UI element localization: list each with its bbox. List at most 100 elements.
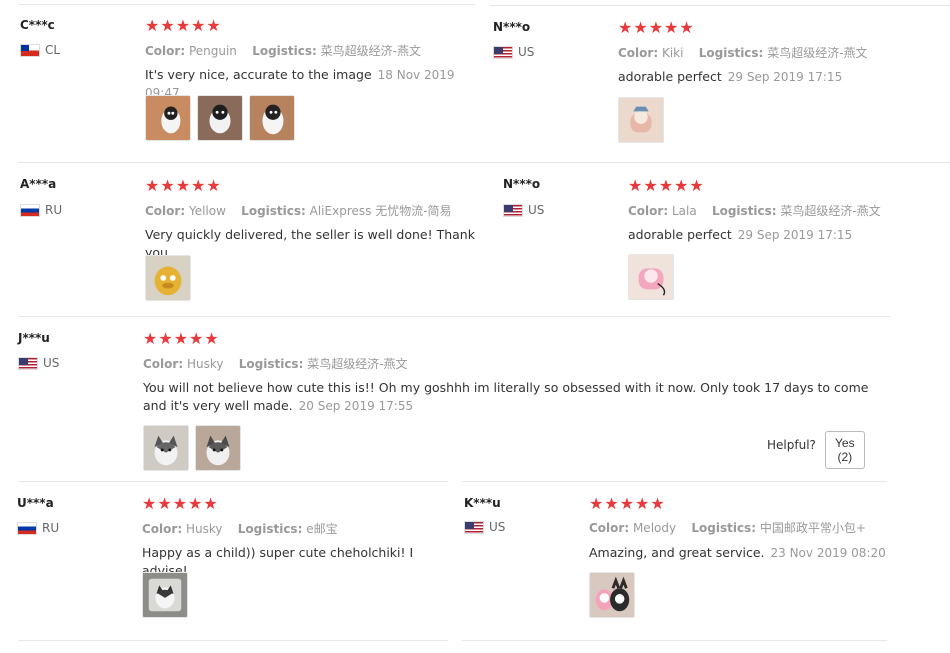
country-code: CL — [45, 43, 61, 57]
color-label: Color: — [143, 357, 184, 371]
review-body: It's very nice, accurate to the image — [145, 67, 372, 82]
review-photo[interactable] — [249, 95, 295, 141]
review-text: You will not believe how cute this is!! … — [143, 379, 873, 415]
chile-flag-icon — [20, 43, 40, 57]
review-body: Very quickly delivered, the seller is we… — [145, 227, 475, 260]
review-photo[interactable] — [143, 425, 189, 471]
divider — [18, 481, 448, 482]
us-flag-icon — [503, 203, 523, 217]
color-value: Husky — [185, 522, 223, 536]
logistics-label: Logistics: — [252, 44, 317, 58]
logistics-label: Logistics: — [241, 204, 306, 218]
review-photos — [628, 254, 674, 300]
review-photos — [145, 95, 295, 141]
star-rating: ★★★★★ — [143, 329, 220, 348]
country-code: US — [489, 520, 506, 534]
review-photos — [143, 425, 241, 471]
review-photo[interactable] — [142, 572, 188, 618]
divider — [18, 640, 448, 641]
logistics-label: Logistics: — [711, 204, 777, 218]
russia-flag-icon — [20, 203, 40, 217]
review-body: You will not believe how cute this is!! … — [143, 380, 869, 413]
review-body: Amazing, and great service. — [589, 545, 765, 560]
color-label: Color: — [628, 204, 669, 218]
review-photos — [142, 572, 188, 618]
review-text: adorable perfect 29 Sep 2019 17:15 — [618, 68, 938, 86]
color-label: Color: — [142, 522, 183, 536]
logistics-label: Logistics: — [691, 521, 756, 535]
logistics-value: AliExpress 无忧物流-简易 — [309, 204, 452, 218]
star-rating: ★★★★★ — [142, 494, 219, 513]
review-text: adorable perfect 29 Sep 2019 17:15 — [628, 226, 928, 244]
reviewer-name: N***o — [503, 177, 541, 191]
helpful-yes-button[interactable]: Yes (2) — [825, 431, 865, 469]
reviewer-name: A***a — [20, 177, 57, 191]
color-value: Husky — [186, 357, 224, 371]
divider — [18, 316, 890, 317]
review-photo[interactable] — [145, 255, 191, 301]
logistics-label: Logistics: — [698, 46, 764, 60]
review-photos — [145, 255, 191, 301]
country-code: US — [528, 203, 545, 217]
review-photo[interactable] — [145, 95, 191, 141]
logistics-label: Logistics: — [237, 522, 303, 536]
review-text: Amazing, and great service. 23 Nov 2019 0… — [589, 544, 889, 562]
country-code: RU — [45, 203, 63, 217]
logistics-value: e邮宝 — [306, 522, 338, 536]
review-attributes: Color: Lala Logistics: 菜鸟超级经济-燕文 — [628, 202, 881, 219]
review-text: Very quickly delivered, the seller is we… — [145, 226, 490, 262]
logistics-value: 菜鸟超级经济-燕文 — [767, 46, 868, 60]
color-label: Color: — [618, 46, 659, 60]
star-rating: ★★★★★ — [628, 176, 705, 195]
country-code: RU — [42, 521, 60, 535]
reviewer-country: RU — [20, 203, 62, 217]
review-photo[interactable] — [195, 425, 241, 471]
reviewer-name: C***c — [20, 18, 55, 32]
reviewer-country: CL — [20, 43, 60, 57]
star-rating: ★★★★★ — [145, 16, 222, 35]
reviewer-country: US — [464, 520, 505, 534]
review-photos — [618, 97, 664, 143]
logistics-value: 菜鸟超级经济-燕文 — [320, 44, 421, 58]
color-value: Kiki — [661, 46, 684, 60]
review-body: adorable perfect — [628, 227, 732, 242]
review-photo[interactable] — [628, 254, 674, 300]
russia-flag-icon — [17, 521, 37, 535]
color-value: Penguin — [188, 44, 237, 58]
star-rating: ★★★★★ — [618, 18, 695, 37]
us-flag-icon — [493, 45, 513, 59]
review-attributes: Color: Penguin Logistics: 菜鸟超级经济-燕文 — [145, 42, 421, 59]
star-rating: ★★★★★ — [145, 176, 222, 195]
review-attributes: Color: Husky Logistics: 菜鸟超级经济-燕文 — [143, 355, 408, 372]
review-time: 23 Nov 2019 08:20 — [770, 546, 886, 560]
divider — [490, 162, 950, 163]
color-label: Color: — [145, 204, 186, 218]
color-value: Yellow — [188, 204, 226, 218]
review-body: adorable perfect — [618, 69, 722, 84]
review-attributes: Color: Yellow Logistics: AliExpress 无忧物流… — [145, 202, 452, 219]
review-time: 29 Sep 2019 17:15 — [737, 228, 853, 242]
star-rating: ★★★★★ — [589, 494, 666, 513]
review-photo[interactable] — [589, 572, 635, 618]
reviewer-name: J***u — [18, 331, 50, 345]
us-flag-icon — [464, 520, 484, 534]
color-value: Lala — [671, 204, 697, 218]
divider — [462, 481, 887, 482]
reviewer-name: U***a — [17, 496, 54, 510]
review-photo[interactable] — [197, 95, 243, 141]
review-attributes: Color: Melody Logistics: 中国邮政平常小包+ — [589, 519, 866, 536]
divider — [18, 4, 476, 5]
review-time: 20 Sep 2019 17:55 — [298, 399, 414, 413]
review-photos — [589, 572, 635, 618]
review-attributes: Color: Husky Logistics: e邮宝 — [142, 520, 338, 537]
country-code: US — [518, 45, 535, 59]
reviewer-name: N***o — [493, 20, 531, 34]
color-label: Color: — [145, 44, 186, 58]
reviewer-country: RU — [17, 521, 59, 535]
review-attributes: Color: Kiki Logistics: 菜鸟超级经济-燕文 — [618, 44, 868, 61]
reviewer-country: US — [493, 45, 534, 59]
reviewer-country: US — [18, 356, 59, 370]
logistics-label: Logistics: — [238, 357, 304, 371]
review-photo[interactable] — [618, 97, 664, 143]
logistics-value: 中国邮政平常小包+ — [759, 521, 866, 535]
